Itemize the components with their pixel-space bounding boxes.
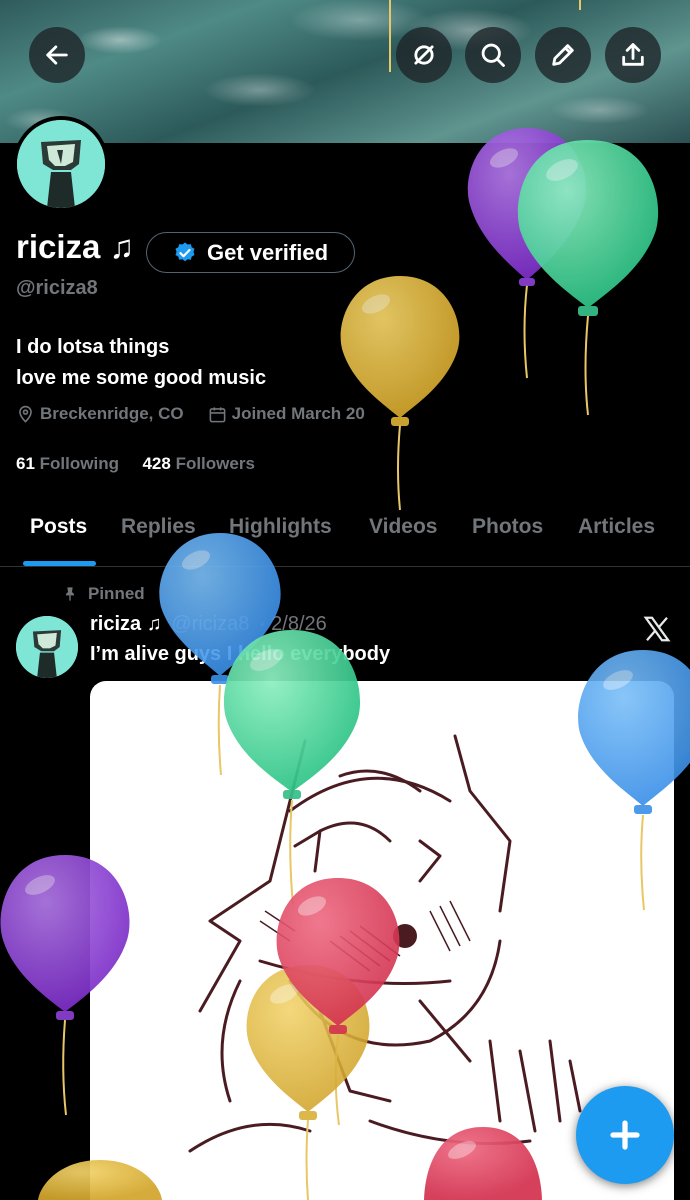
calendar-icon <box>209 406 226 422</box>
active-tab-indicator <box>23 561 96 566</box>
profile-banner[interactable] <box>0 0 690 143</box>
balloon <box>517 140 659 316</box>
edit-button[interactable] <box>535 27 591 83</box>
followers-link[interactable]: 428 Followers <box>142 454 254 473</box>
verified-badge-icon <box>175 242 195 261</box>
search-icon <box>481 43 505 67</box>
plus-icon <box>610 1120 640 1150</box>
bio-line: love me some good music <box>16 367 267 389</box>
post-author-handle[interactable]: @riciza8 <box>171 613 249 635</box>
post-author-avatar[interactable] <box>16 616 78 678</box>
get-verified-label: Get verified <box>206 239 329 265</box>
tab-replies[interactable]: Replies <box>121 515 196 539</box>
tab-photos[interactable]: Photos <box>472 515 543 539</box>
display-name: riciza ♫ <box>16 228 135 265</box>
search-button[interactable] <box>465 27 521 83</box>
grok-icon <box>414 45 434 65</box>
grok-button[interactable] <box>396 27 452 83</box>
back-arrow-icon <box>46 45 68 65</box>
edit-icon <box>552 44 574 66</box>
post-text: I’m alive guys I hello everybody <box>90 643 391 665</box>
balloon <box>467 128 587 286</box>
post-date[interactable]: · 2/8/26 <box>259 613 327 635</box>
pinned-label: Pinned <box>88 584 145 603</box>
followers-label: Followers <box>175 454 255 473</box>
profile-handle: @riciza8 <box>16 277 98 299</box>
profile-bio: I do lotsa things love me some good musi… <box>16 332 266 394</box>
pinned-indicator: Pinned <box>62 584 145 604</box>
back-button[interactable] <box>29 27 85 83</box>
x-logo-icon[interactable] <box>642 614 672 644</box>
following-link[interactable]: 61 Following <box>16 454 119 473</box>
share-icon <box>622 43 644 66</box>
post-header: riciza ♫ @riciza8 · 2/8/26 <box>90 613 327 636</box>
profile-meta: Breckenridge, CO Joined March 20 <box>16 404 365 424</box>
bio-line: I do lotsa things <box>16 336 170 358</box>
profile-location: Breckenridge, CO <box>40 404 184 423</box>
follow-stats: 61 Following 428 Followers <box>16 454 255 474</box>
avatar-image <box>17 120 105 208</box>
profile-avatar[interactable] <box>13 116 109 212</box>
profile-joined: Joined March 20 <box>231 404 365 423</box>
tab-highlights[interactable]: Highlights <box>229 515 332 539</box>
get-verified-button[interactable]: Get verified <box>146 232 355 273</box>
tab-posts[interactable]: Posts <box>30 515 87 539</box>
compose-button[interactable] <box>576 1086 674 1184</box>
profile-tabs: Posts Replies Highlights Videos Photos A… <box>0 505 690 567</box>
followers-count: 428 <box>142 454 171 473</box>
following-count: 61 <box>16 454 35 473</box>
share-button[interactable] <box>605 27 661 83</box>
location-icon <box>19 405 32 423</box>
tab-videos[interactable]: Videos <box>369 515 437 539</box>
tab-articles[interactable]: Articles <box>578 515 655 539</box>
following-label: Following <box>39 454 119 473</box>
pin-icon <box>66 587 74 601</box>
post-author-name[interactable]: riciza ♫ <box>90 613 162 635</box>
